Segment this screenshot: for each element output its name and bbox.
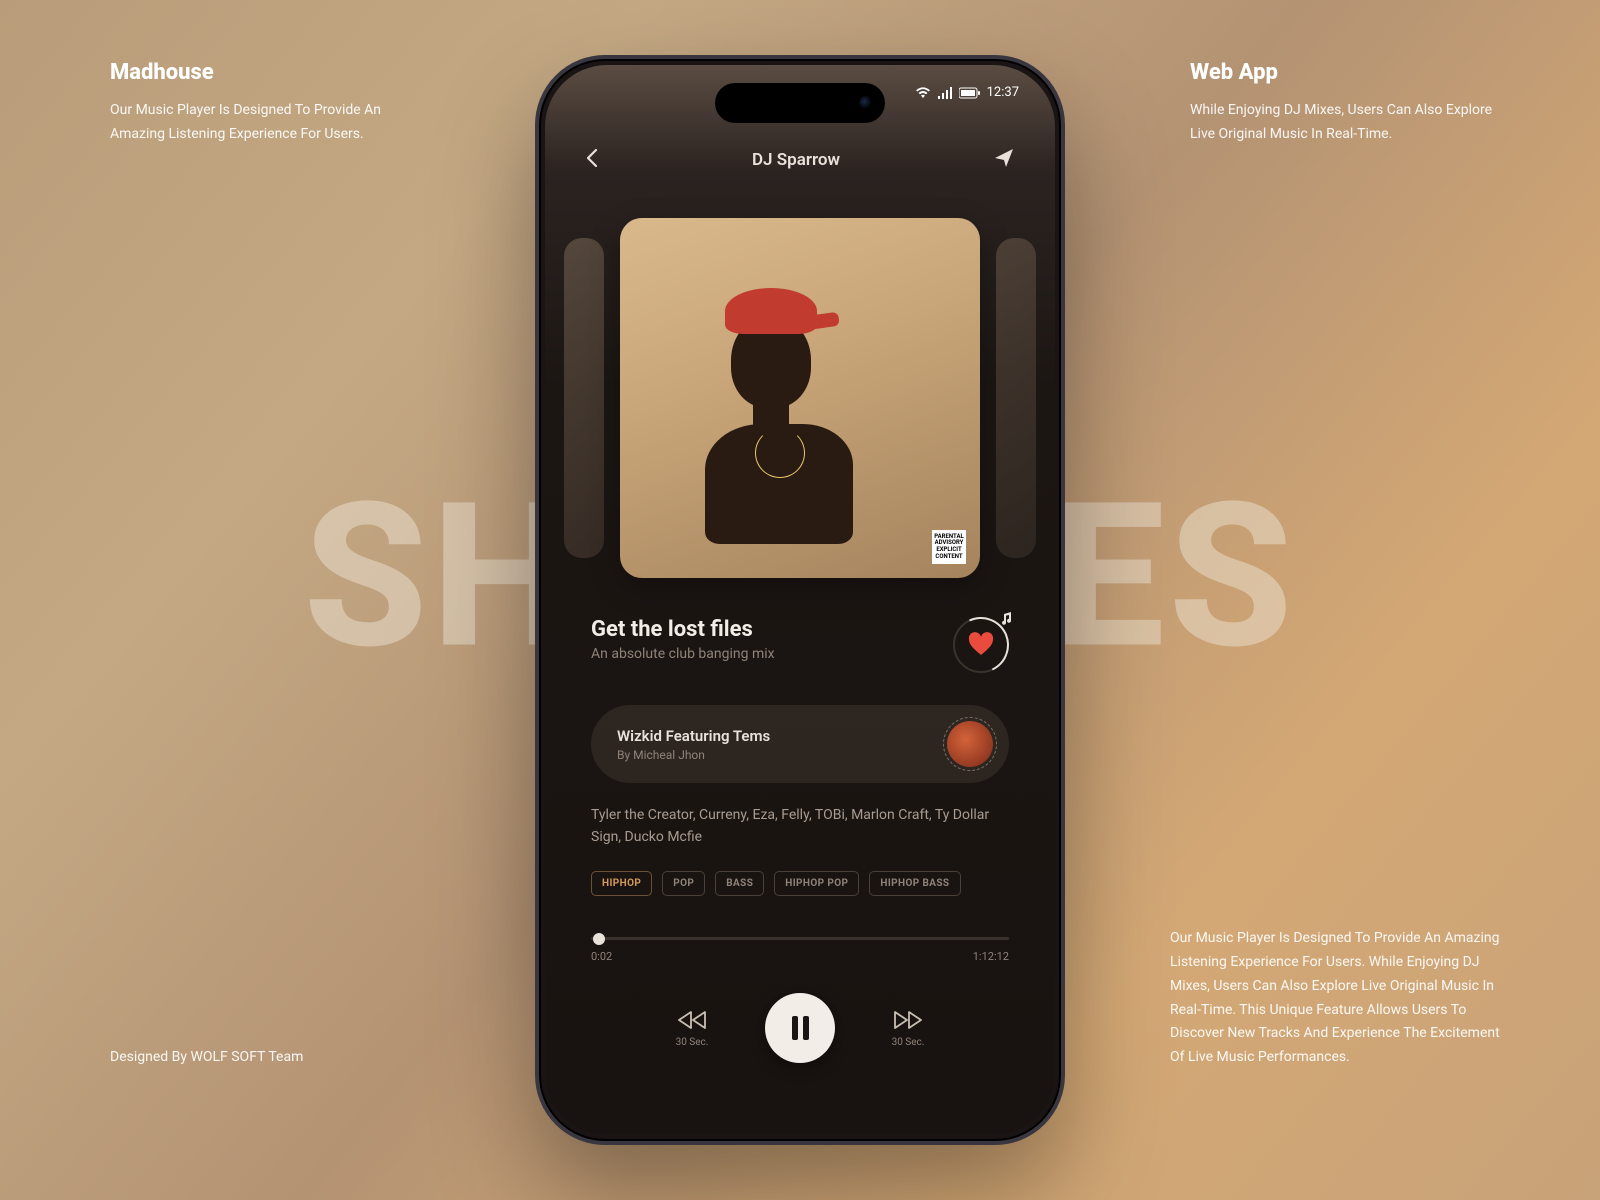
pause-icon [792, 1016, 809, 1040]
featuring-avatar [943, 717, 997, 771]
tag-hiphop-pop[interactable]: HIPHOP POP [774, 871, 859, 896]
parental-advisory-badge: PARENTAL ADVISORY EXPLICIT CONTENT [932, 530, 966, 564]
phone-screen: 12:37 DJ Sparrow PARENTAL ADVISORY EXPLI… [545, 65, 1055, 1135]
dynamic-island [715, 83, 885, 123]
signal-icon [937, 87, 953, 99]
album-art-next[interactable] [996, 238, 1036, 558]
skip-label: 30 Sec. [892, 1037, 925, 1048]
status-time: 12:37 [987, 85, 1019, 100]
design-credit: Designed By WOLF SOFT Team [110, 1046, 303, 1070]
skip-label: 30 Sec. [676, 1037, 709, 1048]
artist-credits: Tyler the Creator, Curreny, Eza, Felly, … [591, 805, 1009, 848]
like-button[interactable] [953, 617, 1009, 673]
tag-bass[interactable]: BASS [715, 871, 764, 896]
rewind-30-button[interactable]: 30 Sec. [675, 1009, 709, 1048]
track-subtitle: An absolute club banging mix [591, 646, 775, 662]
share-button[interactable] [993, 147, 1015, 173]
track-title: Get the lost files [591, 617, 775, 642]
seek-thumb[interactable] [593, 933, 605, 945]
featuring-card[interactable]: Wizkid Featuring Tems By Micheal Jhon [591, 705, 1009, 783]
album-art-carousel[interactable]: PARENTAL ADVISORY EXPLICIT CONTENT [545, 213, 1055, 583]
battery-icon [959, 87, 981, 99]
album-art[interactable]: PARENTAL ADVISORY EXPLICIT CONTENT [620, 218, 980, 578]
promo-heading: Madhouse [110, 60, 430, 85]
promo-block-description: Our Music Player Is Designed To Provide … [1170, 927, 1510, 1070]
progress-section: 0:02 1:12:12 [591, 937, 1009, 963]
camera-icon [859, 96, 873, 110]
promo-body: Our Music Player Is Designed To Provide … [1170, 927, 1510, 1070]
promo-heading: Web App [1190, 60, 1510, 85]
album-art-figure [731, 316, 811, 408]
play-pause-button[interactable] [765, 993, 835, 1063]
promo-body: While Enjoying DJ Mixes, Users Can Also … [1190, 99, 1510, 147]
promo-body: Our Music Player Is Designed To Provide … [110, 99, 430, 147]
back-button[interactable] [585, 148, 599, 172]
promo-block-madhouse: Madhouse Our Music Player Is Designed To… [110, 60, 430, 147]
forward-icon [891, 1009, 925, 1031]
nav-title: DJ Sparrow [752, 150, 840, 170]
album-art-prev[interactable] [564, 238, 604, 558]
time-elapsed: 0:02 [591, 950, 612, 963]
tag-pop[interactable]: POP [662, 871, 705, 896]
genre-tags: HIPHOP POP BASS HIPHOP POP HIPHOP BASS [591, 871, 1009, 896]
featuring-byline: By Micheal Jhon [617, 748, 770, 762]
music-note-icon [999, 611, 1013, 630]
heart-icon [963, 627, 999, 663]
promo-block-webapp: Web App While Enjoying DJ Mixes, Users C… [1190, 60, 1510, 147]
wifi-icon [915, 87, 931, 99]
tag-hiphop[interactable]: HIPHOP [591, 871, 652, 896]
track-meta: Get the lost files An absolute club bang… [591, 617, 1009, 673]
forward-30-button[interactable]: 30 Sec. [891, 1009, 925, 1048]
playback-controls: 30 Sec. 30 Sec. [591, 993, 1009, 1063]
nav-bar: DJ Sparrow [545, 147, 1055, 173]
status-bar: 12:37 [915, 85, 1019, 100]
paper-plane-icon [993, 147, 1015, 169]
time-total: 1:12:12 [973, 950, 1009, 963]
tag-hiphop-bass[interactable]: HIPHOP BASS [869, 871, 960, 896]
credit-text: Designed By WOLF SOFT Team [110, 1046, 303, 1070]
rewind-icon [675, 1009, 709, 1031]
seek-bar[interactable] [591, 937, 1009, 940]
featuring-title: Wizkid Featuring Tems [617, 727, 770, 745]
phone-frame: 12:37 DJ Sparrow PARENTAL ADVISORY EXPLI… [535, 55, 1065, 1145]
chevron-left-icon [585, 148, 599, 168]
